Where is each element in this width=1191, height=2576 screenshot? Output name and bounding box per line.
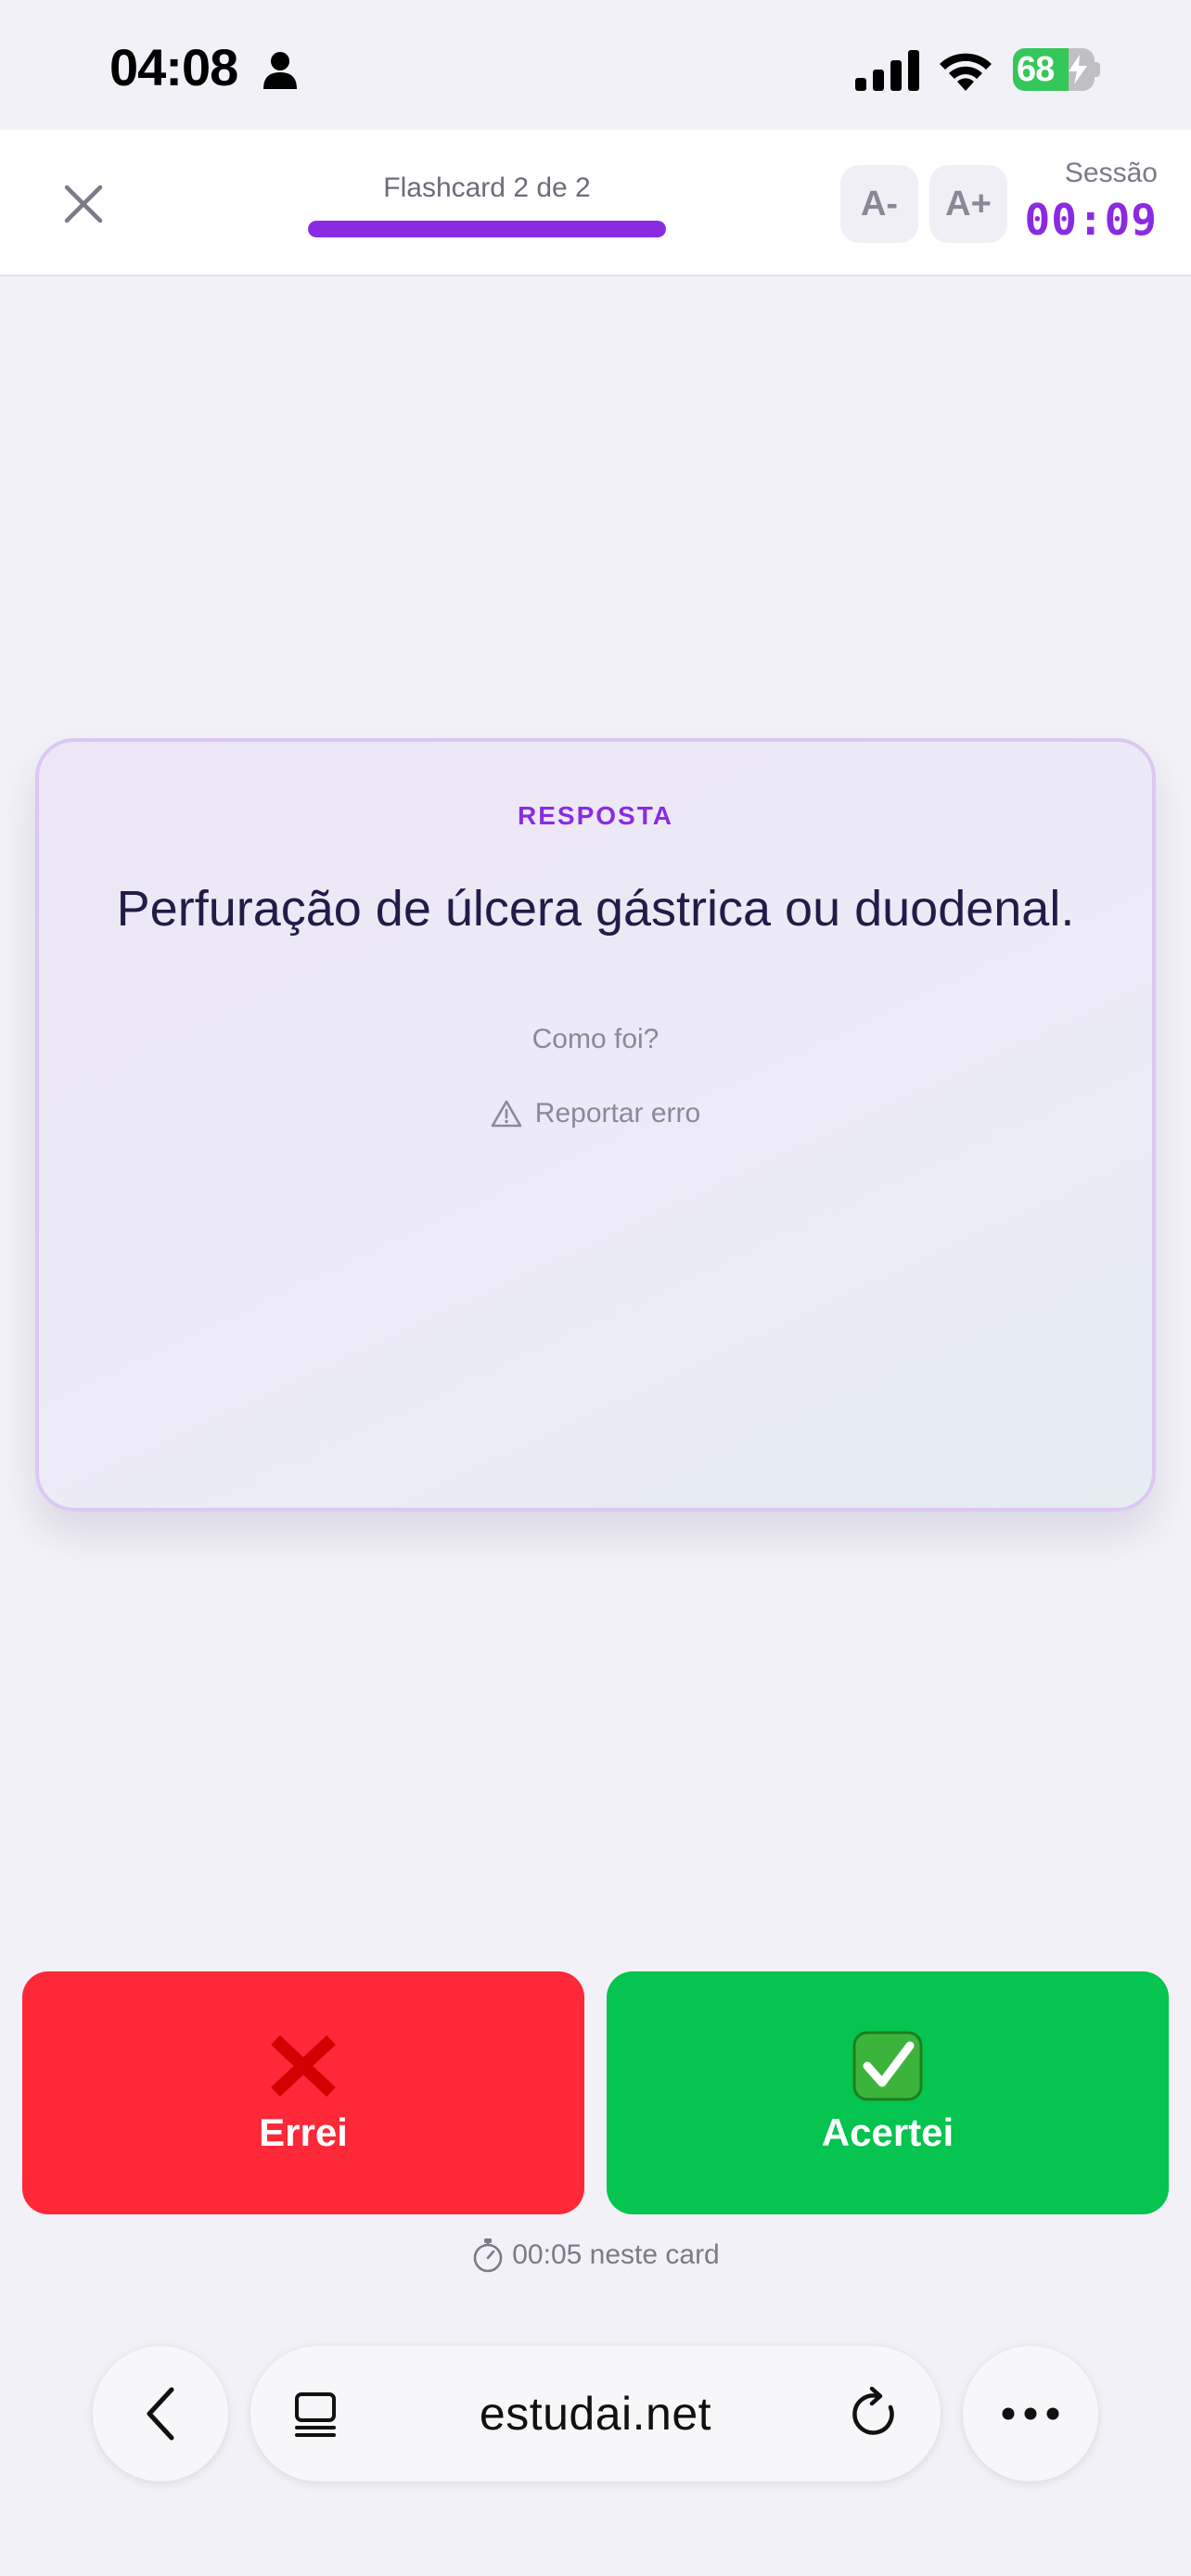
- decrease-font-button[interactable]: A-: [840, 165, 918, 243]
- correct-answer-button[interactable]: Acertei: [607, 1971, 1169, 2214]
- close-icon: [64, 185, 103, 223]
- wrong-answer-label: Errei: [259, 2111, 348, 2154]
- session-timer: 00:09: [1024, 195, 1158, 245]
- reload-icon[interactable]: [850, 2387, 902, 2441]
- battery-percentage: 68: [1017, 50, 1055, 89]
- warning-icon: [491, 1100, 522, 1128]
- more-dots-icon: [1002, 2407, 1059, 2420]
- chevron-left-icon: [147, 2387, 174, 2441]
- report-error-link[interactable]: Reportar erro: [39, 1098, 1152, 1129]
- battery-icon: 68: [1013, 48, 1100, 91]
- flashcard-header: Flashcard 2 de 2 A- A+ Sessão 00:09: [0, 130, 1191, 276]
- charging-bolt-icon: [1069, 55, 1087, 84]
- close-button[interactable]: [52, 172, 115, 236]
- progress-label: Flashcard 2 de 2: [383, 172, 591, 203]
- correct-answer-label: Acertei: [821, 2111, 954, 2154]
- flashcard[interactable]: RESPOSTA Perfuração de úlcera gástrica o…: [35, 738, 1156, 1511]
- progress-bar: [308, 221, 666, 237]
- session-label: Sessão: [1064, 158, 1158, 188]
- self-assessment-prompt: Como foi?: [531, 1024, 660, 1054]
- browser-address-bar[interactable]: estudai.net: [250, 2346, 941, 2481]
- status-time: 04:08: [109, 38, 238, 96]
- browser-more-button[interactable]: [963, 2346, 1098, 2481]
- status-bar: 04:08 68: [0, 0, 1191, 130]
- wifi-icon: [940, 53, 992, 91]
- progress-bar-fill: [308, 221, 666, 237]
- cellular-signal-icon: [855, 50, 919, 91]
- card-answer-text: Perfuração de úlcera gástrica ou duodena…: [116, 881, 1075, 937]
- url-text: estudai.net: [479, 2388, 712, 2440]
- card-side-label: RESPOSTA: [518, 801, 673, 830]
- increase-font-button[interactable]: A+: [929, 165, 1007, 243]
- report-error-label: Reportar erro: [534, 1098, 701, 1129]
- browser-back-button[interactable]: [93, 2346, 228, 2481]
- person-icon: [263, 52, 297, 89]
- check-mark-icon: [852, 2031, 923, 2101]
- card-timer: 00:05 neste card: [0, 2237, 1191, 2274]
- red-cross-icon: [271, 2034, 336, 2098]
- wrong-answer-button[interactable]: Errei: [22, 1971, 584, 2214]
- card-timer-text: 00:05 neste card: [512, 2239, 720, 2270]
- stopwatch-icon: [473, 2238, 503, 2273]
